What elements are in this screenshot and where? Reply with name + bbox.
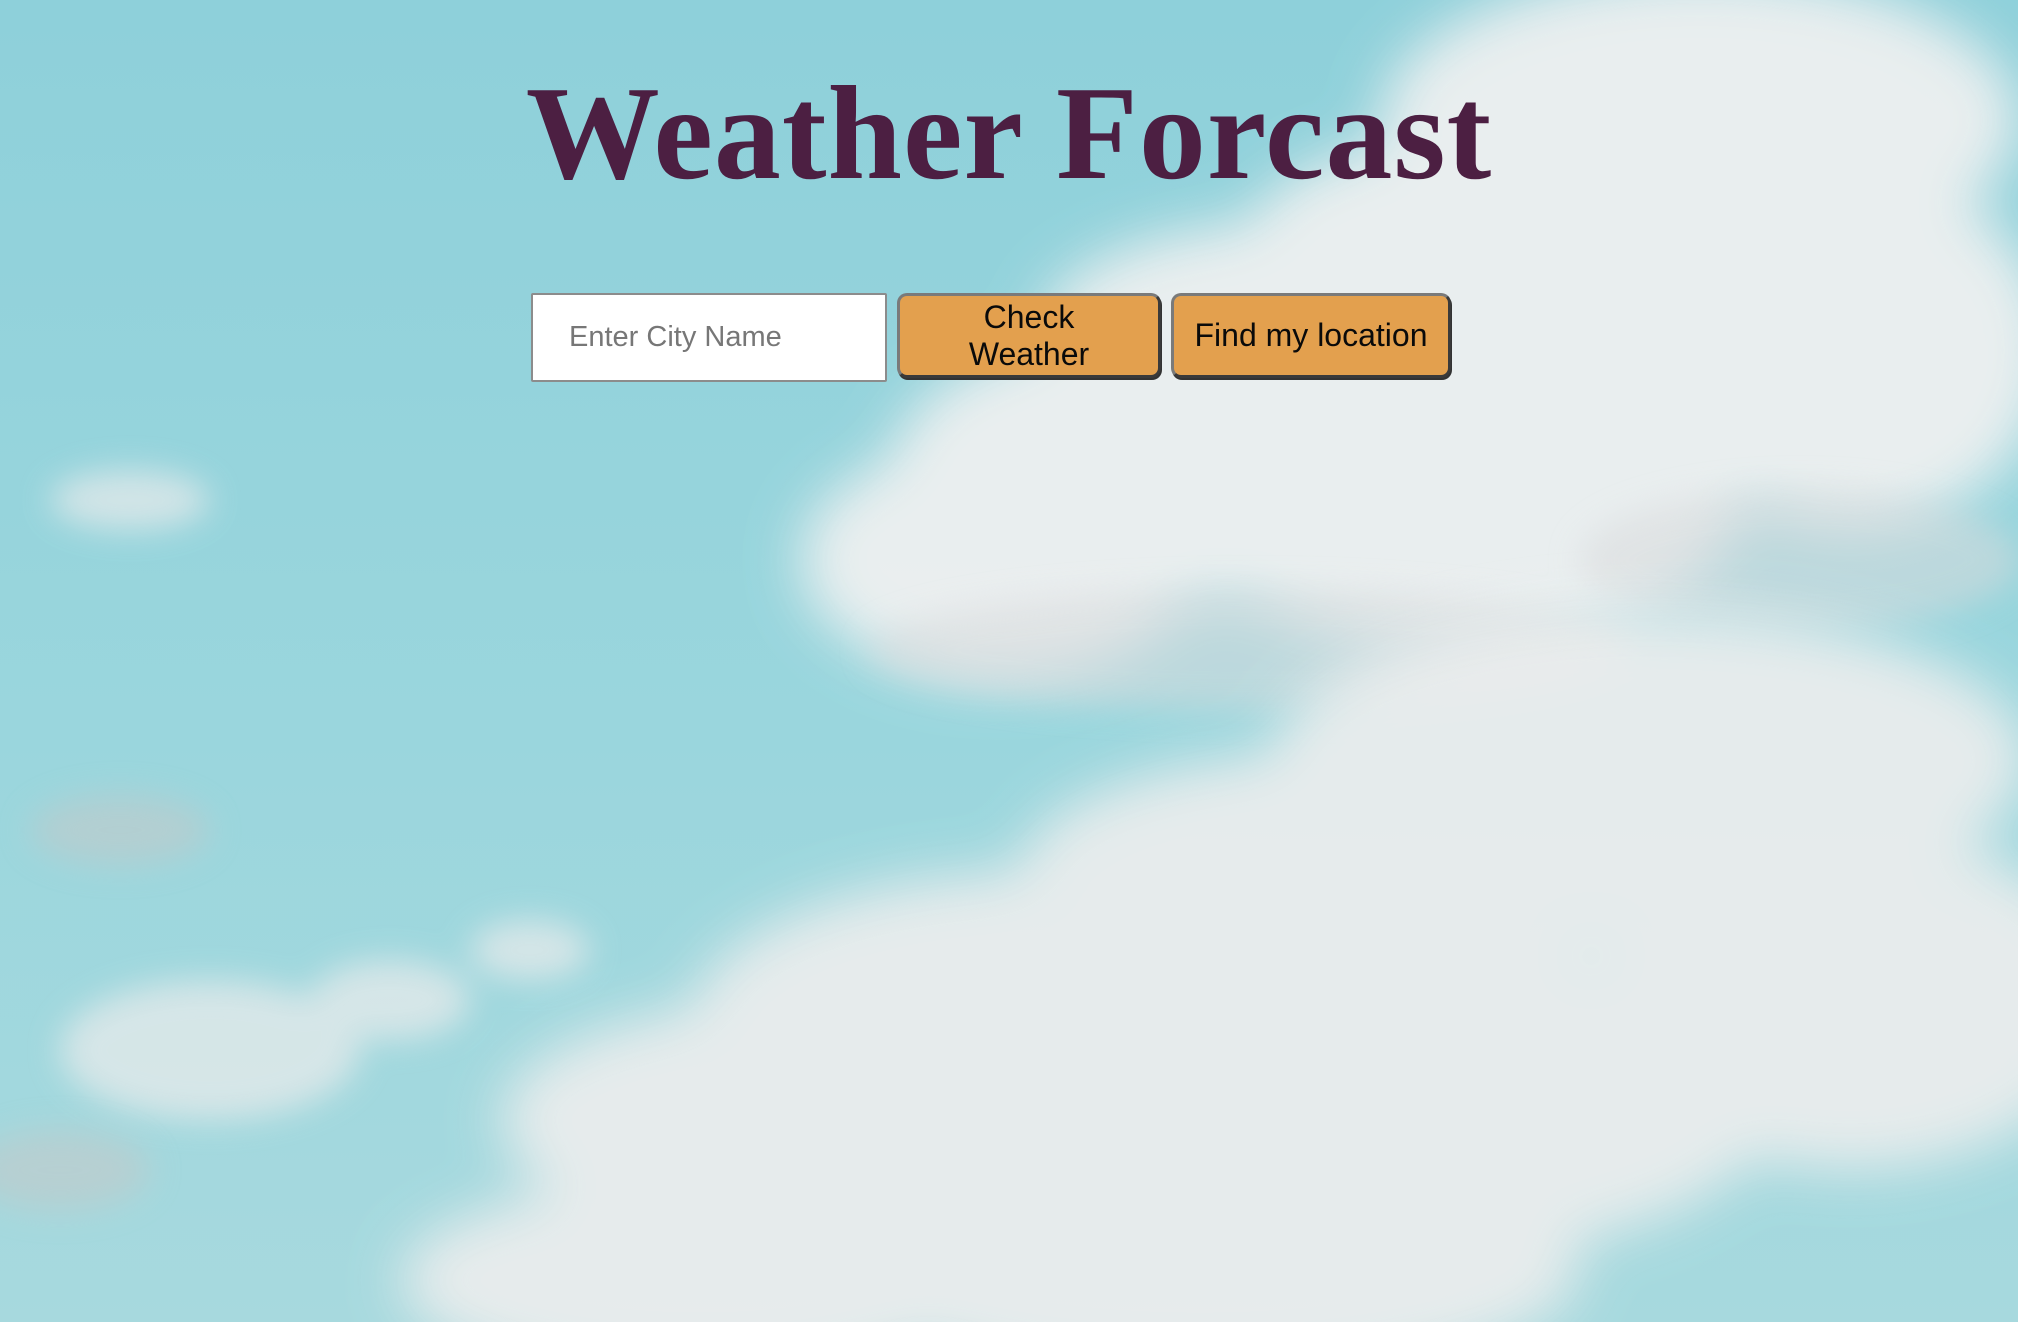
check-weather-button[interactable]: Check Weather bbox=[897, 293, 1161, 378]
find-my-location-button[interactable]: Find my location bbox=[1171, 293, 1451, 378]
city-name-input[interactable] bbox=[531, 293, 887, 382]
search-bar: Check Weather Find my location bbox=[531, 293, 1451, 382]
page-title: Weather Forcast bbox=[525, 59, 1493, 207]
